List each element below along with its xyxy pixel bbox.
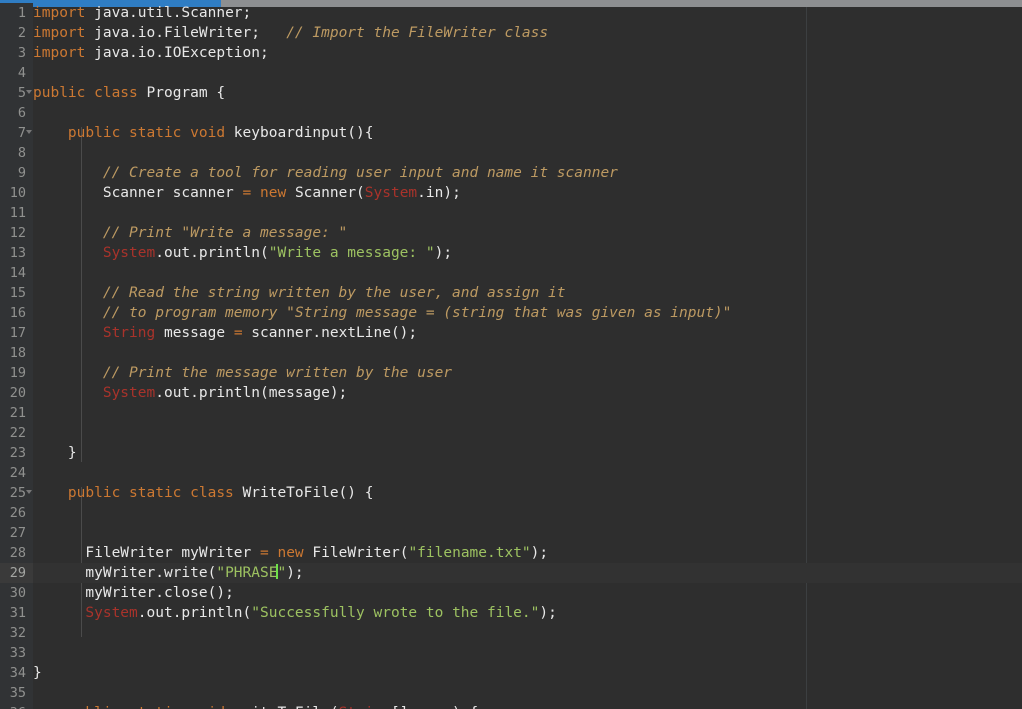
code-line-text: Scanner scanner = new Scanner(System.in)… <box>102 185 461 201</box>
line-number: 30 <box>0 583 33 603</box>
code-line-row[interactable]: 16 // to program memory "String message … <box>0 303 1022 323</box>
code-line-text: System.out.println(message); <box>102 385 348 401</box>
line-number: 27 <box>0 523 33 543</box>
line-number: 34 <box>0 663 33 683</box>
fold-triangle-icon[interactable] <box>26 490 32 494</box>
line-number: 19 <box>0 363 33 383</box>
code-line-text: String message = scanner.nextLine(); <box>102 325 418 341</box>
code-line-row[interactable]: 18 <box>0 343 1022 363</box>
line-number: 35 <box>0 683 33 703</box>
code-line-text: import java.io.FileWriter; // Import the… <box>33 25 549 41</box>
code-line-row[interactable]: 26 <box>0 503 1022 523</box>
line-number: 8 <box>0 143 33 163</box>
line-number: 31 <box>0 603 33 623</box>
code-line-row[interactable]: 23 } <box>0 443 1022 463</box>
code-line-row[interactable]: 32 <box>0 623 1022 643</box>
line-number: 15 <box>0 283 33 303</box>
code-line-text: public class Program { <box>33 85 226 101</box>
code-line-row[interactable]: 19 // Print the message written by the u… <box>0 363 1022 383</box>
code-line-row[interactable]: 6 <box>0 103 1022 123</box>
code-line-text: public static class WriteToFile() { <box>67 485 374 501</box>
code-line-row[interactable]: 28 FileWriter myWriter = new FileWriter(… <box>0 543 1022 563</box>
fold-triangle-icon[interactable] <box>26 90 32 94</box>
code-line-row[interactable]: 11 <box>0 203 1022 223</box>
code-line-text: // to program memory "String message = (… <box>102 305 732 321</box>
line-number: 16 <box>0 303 33 323</box>
code-line-text: // Create a tool for reading user input … <box>102 165 618 181</box>
code-line-row[interactable]: 10 Scanner scanner = new Scanner(System.… <box>0 183 1022 203</box>
code-line-row[interactable]: 4 <box>0 63 1022 83</box>
line-number: 22 <box>0 423 33 443</box>
line-number: 12 <box>0 223 33 243</box>
code-line-text: // Print the message written by the user <box>102 365 453 381</box>
code-line-text: myWriter.write("PHRASE"); <box>85 564 304 581</box>
code-line-row[interactable]: 15 // Read the string written by the use… <box>0 283 1022 303</box>
code-line-text: FileWriter myWriter = new FileWriter("fi… <box>85 545 549 561</box>
code-line-text: public static void writeToFile(String[] … <box>33 703 478 709</box>
line-number: 36 <box>0 703 33 709</box>
code-line-row[interactable]: 5 public class Program { <box>0 83 1022 103</box>
line-number: 9 <box>0 163 33 183</box>
fold-triangle-icon[interactable] <box>26 130 32 134</box>
code-line-row[interactable]: 1 import java.util.Scanner; <box>0 3 1022 23</box>
code-line-text: import java.util.Scanner; <box>33 5 252 21</box>
code-line-text: System.out.println("Successfully wrote t… <box>85 605 557 621</box>
line-number: 18 <box>0 343 33 363</box>
code-line-row[interactable]: 14 <box>0 263 1022 283</box>
code-line-text: System.out.println("Write a message: "); <box>102 245 453 261</box>
code-line-row[interactable]: 20 System.out.println(message); <box>0 383 1022 403</box>
line-number: 21 <box>0 403 33 423</box>
code-line-text: public static void keyboardinput(){ <box>67 125 374 141</box>
line-number: 32 <box>0 623 33 643</box>
line-number: 14 <box>0 263 33 283</box>
line-number: 10 <box>0 183 33 203</box>
code-line-row[interactable]: 3 import java.io.IOException; <box>0 43 1022 63</box>
code-line-row[interactable]: 9 // Create a tool for reading user inpu… <box>0 163 1022 183</box>
code-line-text: // Print "Write a message: " <box>102 225 348 241</box>
code-line-row[interactable]: 17 String message = scanner.nextLine(); <box>0 323 1022 343</box>
code-line-row[interactable]: 7 public static void keyboardinput(){ <box>0 123 1022 143</box>
line-number: 20 <box>0 383 33 403</box>
line-number: 33 <box>0 643 33 663</box>
code-line-row[interactable]: 35 <box>0 683 1022 703</box>
line-number: 24 <box>0 463 33 483</box>
code-line-row[interactable]: 21 <box>0 403 1022 423</box>
line-number: 17 <box>0 323 33 343</box>
line-number: 13 <box>0 243 33 263</box>
code-line-row[interactable]: 27 <box>0 523 1022 543</box>
code-line-text: } <box>67 445 77 461</box>
line-number: 26 <box>0 503 33 523</box>
code-line-row[interactable]: 8 <box>0 143 1022 163</box>
code-line-row[interactable]: 24 <box>0 463 1022 483</box>
code-line-text: import java.io.IOException; <box>33 45 269 61</box>
code-line-text: } <box>33 665 42 681</box>
line-number: 29 <box>0 563 33 583</box>
code-line-row[interactable]: 25 public static class WriteToFile() { <box>0 483 1022 503</box>
code-line-row[interactable]: 36 public static void writeToFile(String… <box>0 703 1022 709</box>
code-line-row[interactable]: 13 System.out.println("Write a message: … <box>0 243 1022 263</box>
code-line-row[interactable]: 22 <box>0 423 1022 443</box>
line-number: 2 <box>0 23 33 43</box>
code-line-row[interactable]: 12 // Print "Write a message: " <box>0 223 1022 243</box>
code-line-row[interactable]: 31 System.out.println("Successfully wrot… <box>0 603 1022 623</box>
line-number: 4 <box>0 63 33 83</box>
code-line-row[interactable]: 33 <box>0 643 1022 663</box>
code-line-row[interactable]: 30 myWriter.close(); <box>0 583 1022 603</box>
line-number: 6 <box>0 103 33 123</box>
line-number: 3 <box>0 43 33 63</box>
code-line-text: myWriter.close(); <box>85 585 234 601</box>
code-line-text: // Read the string written by the user, … <box>102 285 566 301</box>
line-number: 28 <box>0 543 33 563</box>
line-number: 23 <box>0 443 33 463</box>
code-line-row[interactable]: 34 } <box>0 663 1022 683</box>
code-line-row-active[interactable]: 29 myWriter.write("PHRASE"); <box>0 563 1022 583</box>
line-number: 1 <box>0 3 33 23</box>
code-editor-window: 1 import java.util.Scanner; 2 import jav… <box>0 0 1022 709</box>
code-line-row[interactable]: 2 import java.io.FileWriter; // Import t… <box>0 23 1022 43</box>
line-number: 11 <box>0 203 33 223</box>
